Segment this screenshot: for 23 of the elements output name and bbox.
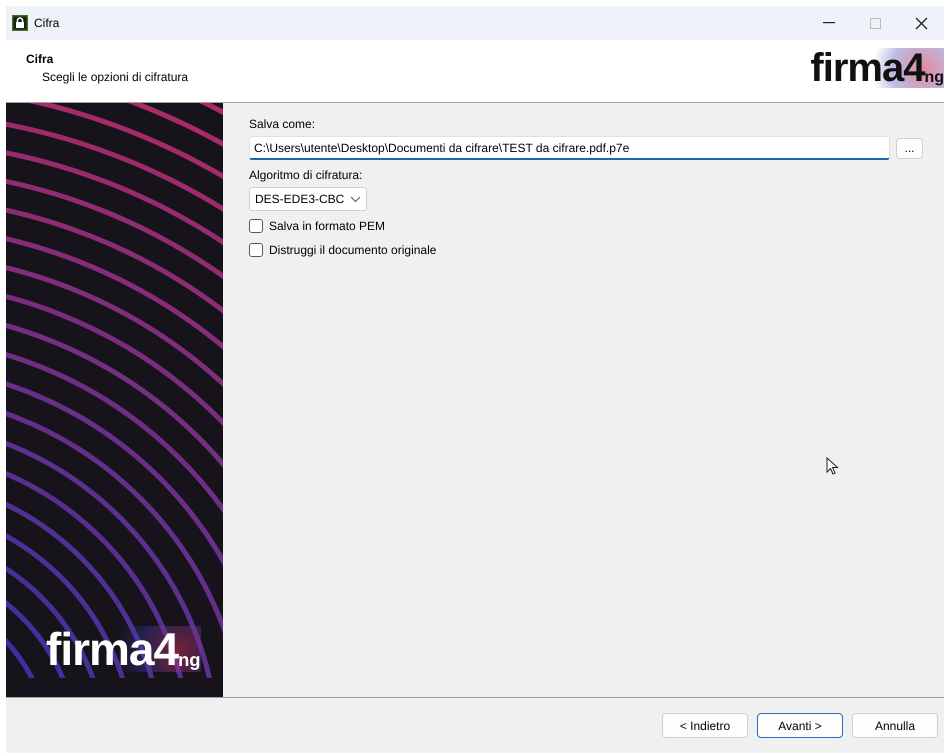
wizard-button[interactable]: < Indietro: [662, 713, 748, 738]
padlock-icon: [12, 15, 28, 31]
wizard-button[interactable]: Avanti >: [757, 713, 843, 738]
page-title: Cifra: [26, 51, 54, 68]
checkbox-label: Salva in formato PEM: [269, 218, 386, 235]
checkbox-label: Distruggi il documento originale: [269, 242, 436, 259]
checkbox[interactable]: [249, 219, 263, 233]
chevron-down-icon: [350, 196, 361, 202]
window-title: Cifra: [34, 15, 60, 32]
file-path-field[interactable]: C:\Users\utente\Desktop\Documenti da cifrare\TEST da cifrare.pdf.p7e: [249, 136, 890, 160]
minimize-icon: [823, 22, 835, 24]
banner-logo: firma4ng: [46, 626, 201, 672]
page-subtitle: Scegli le opzioni di cifratura: [41, 69, 190, 86]
checkbox[interactable]: [249, 243, 263, 257]
field-label: Algoritmo di cifratura:: [249, 167, 364, 184]
wizard-button[interactable]: Annulla: [852, 713, 938, 738]
algorithm-dropdown[interactable]: DES-EDE3-CBC: [249, 187, 367, 211]
header-logo: firma4ng: [810, 48, 944, 88]
maximize-icon: [870, 18, 880, 28]
field-label: Salva come:: [249, 116, 316, 133]
mouse-pointer-icon: [826, 457, 839, 476]
browse-button[interactable]: ...: [896, 138, 923, 158]
close-icon: [914, 16, 928, 30]
